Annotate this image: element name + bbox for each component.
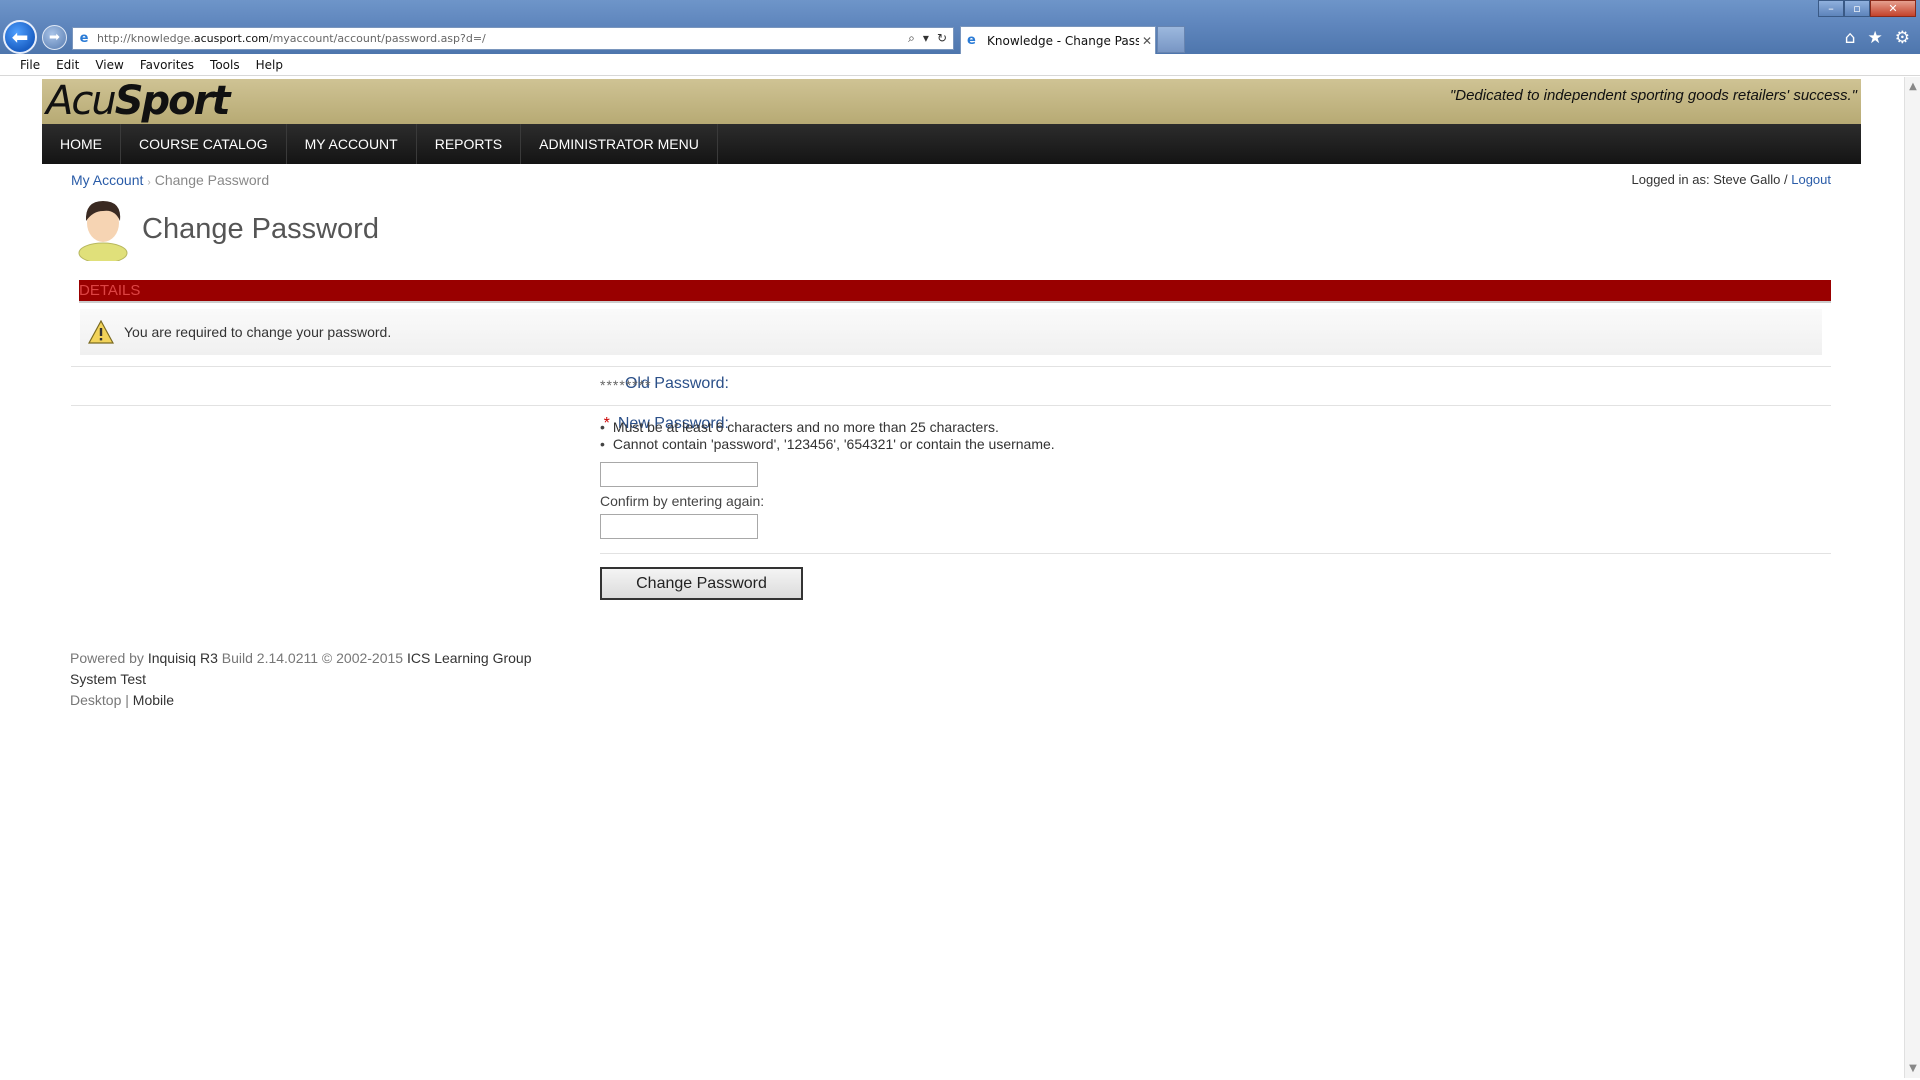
footer-desktop: Desktop <box>70 692 122 708</box>
address-bar[interactable]: e http://knowledge.acusport.com/myaccoun… <box>72 27 954 50</box>
breadcrumb: My Account › Change Password <box>71 172 269 188</box>
refresh-icon[interactable]: ↻ <box>937 31 947 46</box>
minimize-button[interactable]: – <box>1818 0 1844 17</box>
window-controls: – ▫ ✕ <box>1818 0 1916 17</box>
footer-build: Build 2.14.0211 © 2002-2015 <box>217 650 407 666</box>
gear-icon[interactable]: ⚙ <box>1895 28 1910 48</box>
form-divider <box>71 366 1831 367</box>
password-rules: Must be at least 6 characters and no mor… <box>600 419 1055 453</box>
login-info: Logged in as: Steve Gallo / Logout <box>1632 172 1831 187</box>
confirm-password-label: Confirm by entering again: <box>600 493 765 509</box>
change-password-button[interactable]: Change Password <box>600 567 803 600</box>
breadcrumb-my-account[interactable]: My Account <box>71 172 143 188</box>
nav-home[interactable]: HOME <box>42 124 121 164</box>
browser-tab-active[interactable]: e Knowledge - Change Passw... ✕ <box>960 26 1156 54</box>
details-section-header: DETAILS <box>79 280 1831 303</box>
warning-icon <box>88 320 114 344</box>
nav-reports[interactable]: REPORTS <box>417 124 522 164</box>
logo-text-acu: Acu <box>46 78 117 124</box>
favorites-star-icon[interactable]: ★ <box>1868 28 1883 48</box>
back-button[interactable]: ⬅ <box>3 20 37 54</box>
main-nav: HOME COURSE CATALOG MY ACCOUNT REPORTS A… <box>42 124 1861 164</box>
web-page: AcuSport "Dedicated to independent sport… <box>0 77 1904 1078</box>
home-icon[interactable]: ⌂ <box>1845 28 1856 48</box>
old-password-value: ******** <box>600 377 652 393</box>
dropdown-arrow-icon[interactable]: ▾ <box>923 31 929 46</box>
tab-close-icon[interactable]: ✕ <box>1139 34 1155 48</box>
form-divider <box>71 405 1831 406</box>
menu-file[interactable]: File <box>12 58 48 72</box>
scroll-down-icon[interactable]: ▼ <box>1907 1063 1919 1074</box>
scroll-up-icon[interactable]: ▲ <box>1907 81 1919 92</box>
menu-bar: File Edit View Favorites Tools Help <box>0 54 1920 76</box>
form-divider <box>600 553 1831 554</box>
password-required-notice: You are required to change your password… <box>80 309 1822 355</box>
site-banner: AcuSport "Dedicated to independent sport… <box>42 79 1861 124</box>
ie-page-icon: e <box>79 30 89 46</box>
confirm-password-input[interactable] <box>600 514 758 539</box>
footer-mobile-link[interactable]: Mobile <box>133 692 174 708</box>
logout-link[interactable]: Logout <box>1791 172 1831 187</box>
forward-button[interactable]: ➡ <box>42 25 67 50</box>
footer-powered-by: Powered by Inquisiq R3 Build 2.14.0211 ©… <box>70 648 532 669</box>
nav-course-catalog[interactable]: COURSE CATALOG <box>121 124 287 164</box>
nav-administrator-menu[interactable]: ADMINISTRATOR MENU <box>521 124 718 164</box>
menu-edit[interactable]: Edit <box>48 58 87 72</box>
tab-title: Knowledge - Change Passw... <box>987 33 1139 48</box>
arrow-left-icon: ⬅ <box>11 25 29 49</box>
url-path: /myaccount/account/password.asp?d=/ <box>268 32 486 45</box>
logo-text-sport: Sport <box>114 78 231 124</box>
menu-tools[interactable]: Tools <box>202 58 248 72</box>
arrow-right-icon: ➡ <box>49 30 60 45</box>
search-icon[interactable]: ⌕ <box>908 31 915 46</box>
maximize-button[interactable]: ▫ <box>1844 0 1870 17</box>
menu-favorites[interactable]: Favorites <box>132 58 202 72</box>
page-footer: Powered by Inquisiq R3 Build 2.14.0211 ©… <box>70 648 532 711</box>
logged-in-as-text: Logged in as: Steve Gallo / <box>1631 172 1792 187</box>
ie-tab-icon: e <box>967 33 976 48</box>
menu-view[interactable]: View <box>87 58 131 72</box>
close-window-button[interactable]: ✕ <box>1870 0 1916 17</box>
footer-company-link[interactable]: ICS Learning Group <box>407 650 532 666</box>
footer-view-switch: Desktop | Mobile <box>70 690 532 711</box>
password-rule: Must be at least 6 characters and no mor… <box>600 419 1055 436</box>
footer-product-link[interactable]: Inquisiq R3 <box>148 650 218 666</box>
page-title: Change Password <box>142 213 379 245</box>
acusport-logo[interactable]: AcuSport <box>46 78 231 124</box>
breadcrumb-current: Change Password <box>154 172 270 188</box>
breadcrumb-separator: › <box>147 177 151 188</box>
notice-text: You are required to change your password… <box>124 324 392 340</box>
password-rule: Cannot contain 'password', '123456', '65… <box>600 436 1055 453</box>
url-domain: acusport.com <box>193 32 269 45</box>
new-tab-button[interactable] <box>1157 26 1185 53</box>
footer-powered-prefix: Powered by <box>70 650 148 666</box>
url-prefix: http://knowledge. <box>97 32 194 45</box>
vertical-scrollbar[interactable]: ▲ ▼ <box>1904 77 1920 1078</box>
new-password-input[interactable] <box>600 462 758 487</box>
nav-my-account[interactable]: MY ACCOUNT <box>287 124 417 164</box>
user-avatar-icon <box>78 201 128 261</box>
footer-divider: | <box>121 692 133 708</box>
footer-system-label: System Test <box>70 671 146 687</box>
site-tagline: "Dedicated to independent sporting goods… <box>1449 87 1857 104</box>
menu-help[interactable]: Help <box>248 58 291 72</box>
address-url[interactable]: http://knowledge.acusport.com/myaccount/… <box>97 32 908 45</box>
